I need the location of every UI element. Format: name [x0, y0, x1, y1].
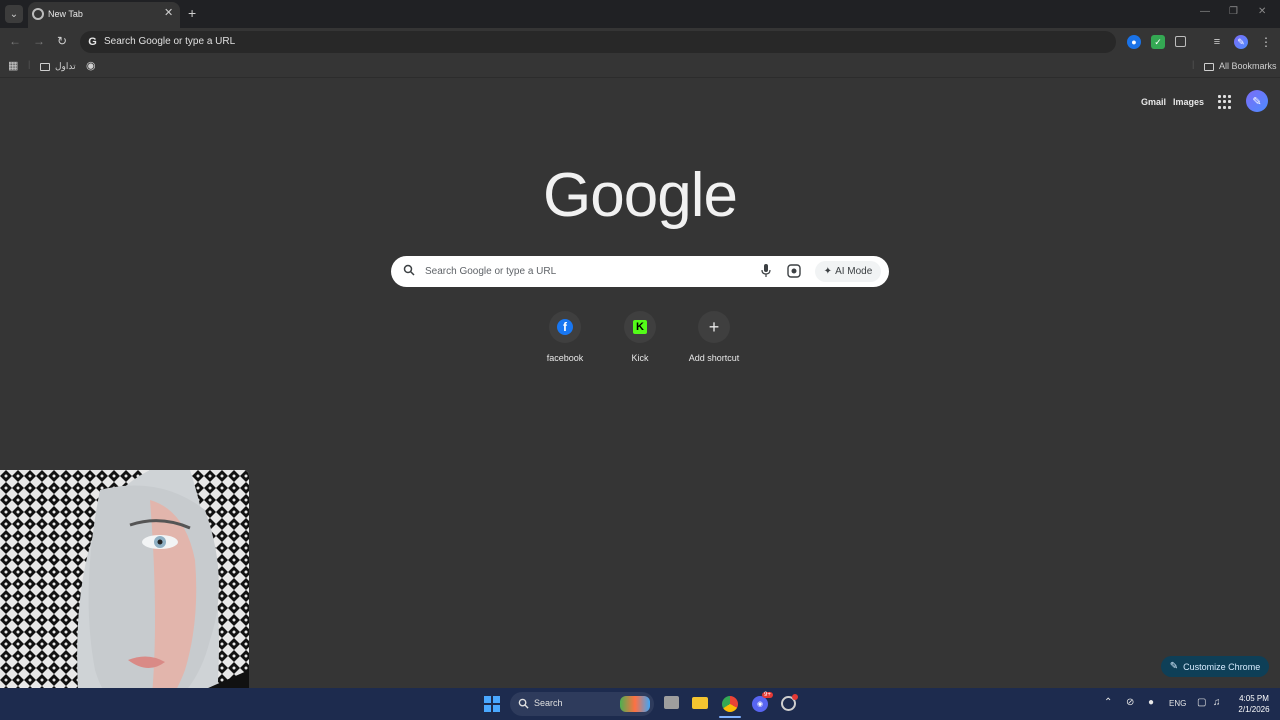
file-explorer-icon[interactable]: [692, 697, 708, 709]
portrait-photo: [0, 470, 249, 720]
tray-overflow-icon[interactable]: ⌃: [1104, 697, 1112, 708]
search-icon: [518, 698, 529, 709]
globe-icon[interactable]: ◉: [86, 59, 96, 72]
customize-label: Customize Chrome: [1183, 661, 1261, 672]
ai-search-icon: ✦: [823, 266, 833, 277]
shortcut-kick[interactable]: K Kick: [605, 311, 675, 371]
shield-extension-icon[interactable]: ✓: [1151, 35, 1165, 49]
images-link[interactable]: Images: [1173, 97, 1204, 107]
omnibox-text: Search Google or type a URL: [104, 36, 236, 47]
extension-blue-icon[interactable]: ●: [1127, 35, 1141, 49]
tab-search-button[interactable]: ⌄: [5, 5, 23, 23]
minimize-icon[interactable]: —: [1200, 6, 1210, 17]
search-icon: [403, 264, 415, 276]
portrait-illustration: [0, 470, 249, 720]
new-tab-button[interactable]: +: [188, 5, 196, 21]
shortcut-label: Add shortcut: [688, 353, 740, 363]
extensions-puzzle-icon[interactable]: [1175, 36, 1186, 47]
reload-icon[interactable]: ↻: [57, 34, 67, 48]
gmail-link[interactable]: Gmail: [1141, 97, 1166, 107]
search-highlight-icon: [620, 696, 650, 712]
network-off-icon[interactable]: ⊘: [1126, 697, 1134, 708]
clock-date: 2/1/2026: [1238, 705, 1270, 714]
shortcut-label: facebook: [546, 353, 584, 363]
bookmark-folder-trading[interactable]: تداول: [40, 61, 76, 72]
google-logo: Google: [543, 161, 738, 230]
chrome-favicon-icon: [32, 8, 44, 20]
omnibox[interactable]: G Search Google or type a URL: [80, 31, 1116, 53]
taskbar-search-label: Search: [534, 698, 563, 708]
bookmark-folder-label: تداول: [55, 61, 76, 71]
search-input[interactable]: Search Google or type a URL: [425, 266, 556, 277]
task-view-icon[interactable]: [664, 696, 679, 709]
display-icon[interactable]: ▢: [1197, 697, 1206, 708]
clock[interactable]: 4:05 PM 2/1/2026: [1232, 693, 1276, 715]
shortcut-tile: f: [549, 311, 581, 343]
discord-icon[interactable]: ◉: [752, 696, 768, 712]
pencil-icon: ✎: [1169, 661, 1179, 672]
google-g-icon: G: [88, 35, 97, 48]
shortcut-tile: K: [624, 311, 656, 343]
microphone-icon[interactable]: [761, 264, 771, 278]
language-indicator[interactable]: ENG: [1169, 699, 1186, 708]
taskbar-search[interactable]: Search: [510, 692, 654, 716]
forward-icon[interactable]: →: [33, 34, 45, 48]
customize-chrome-button[interactable]: ✎ Customize Chrome: [1161, 656, 1269, 677]
shortcut-label: Kick: [631, 353, 649, 363]
plus-icon: +: [708, 316, 720, 337]
folder-icon: [1204, 62, 1214, 71]
all-bookmarks-label: All Bookmarks: [1219, 61, 1277, 71]
shortcut-tile: +: [698, 311, 730, 343]
tab-new-tab[interactable]: New Tab ✕: [28, 2, 180, 28]
clock-time: 4:05 PM: [1239, 694, 1269, 703]
avatar[interactable]: ✎: [1246, 90, 1268, 112]
volume-icon[interactable]: ♫: [1213, 697, 1221, 708]
google-apps-icon[interactable]: [1218, 95, 1232, 109]
tab-close-icon[interactable]: ✕: [164, 6, 173, 19]
alert-dot: [792, 694, 798, 700]
window-close-icon[interactable]: ✕: [1258, 6, 1266, 17]
divider: |: [1192, 59, 1195, 69]
ai-mode-button[interactable]: ✦ AI Mode: [815, 261, 881, 282]
google-lens-icon[interactable]: [787, 264, 801, 278]
windows-start-icon[interactable]: [484, 696, 500, 712]
facebook-icon: f: [557, 319, 573, 335]
profile-icon[interactable]: ✎: [1234, 35, 1248, 49]
notification-badge: 9+: [762, 692, 773, 698]
divider: |: [28, 59, 31, 69]
chrome-taskbar-icon[interactable]: [722, 696, 738, 712]
folder-icon: [40, 62, 50, 71]
kick-icon: K: [633, 320, 647, 334]
search-box[interactable]: Search Google or type a URL ✦ AI Mode: [391, 256, 889, 287]
reading-list-icon[interactable]: ≡: [1210, 35, 1224, 49]
active-indicator: [719, 716, 741, 718]
maximize-icon[interactable]: ❐: [1229, 6, 1238, 17]
microphone-tray-icon[interactable]: ●: [1148, 697, 1154, 708]
apps-grid-icon[interactable]: ▦: [8, 59, 18, 72]
tab-title: New Tab: [48, 9, 83, 19]
back-icon[interactable]: ←: [9, 34, 21, 48]
tab-strip: ⌄ New Tab ✕ + — ❐ ✕: [0, 0, 1280, 28]
add-shortcut-button[interactable]: + Add shortcut: [679, 311, 749, 371]
ai-mode-label: AI Mode: [835, 266, 873, 277]
all-bookmarks-button[interactable]: All Bookmarks: [1204, 61, 1277, 71]
shortcut-facebook[interactable]: f facebook: [530, 311, 600, 371]
menu-kebab-icon[interactable]: ⋮: [1259, 35, 1273, 49]
bookmarks-bar: ▦ | تداول ◉ | All Bookmarks: [0, 56, 1280, 78]
